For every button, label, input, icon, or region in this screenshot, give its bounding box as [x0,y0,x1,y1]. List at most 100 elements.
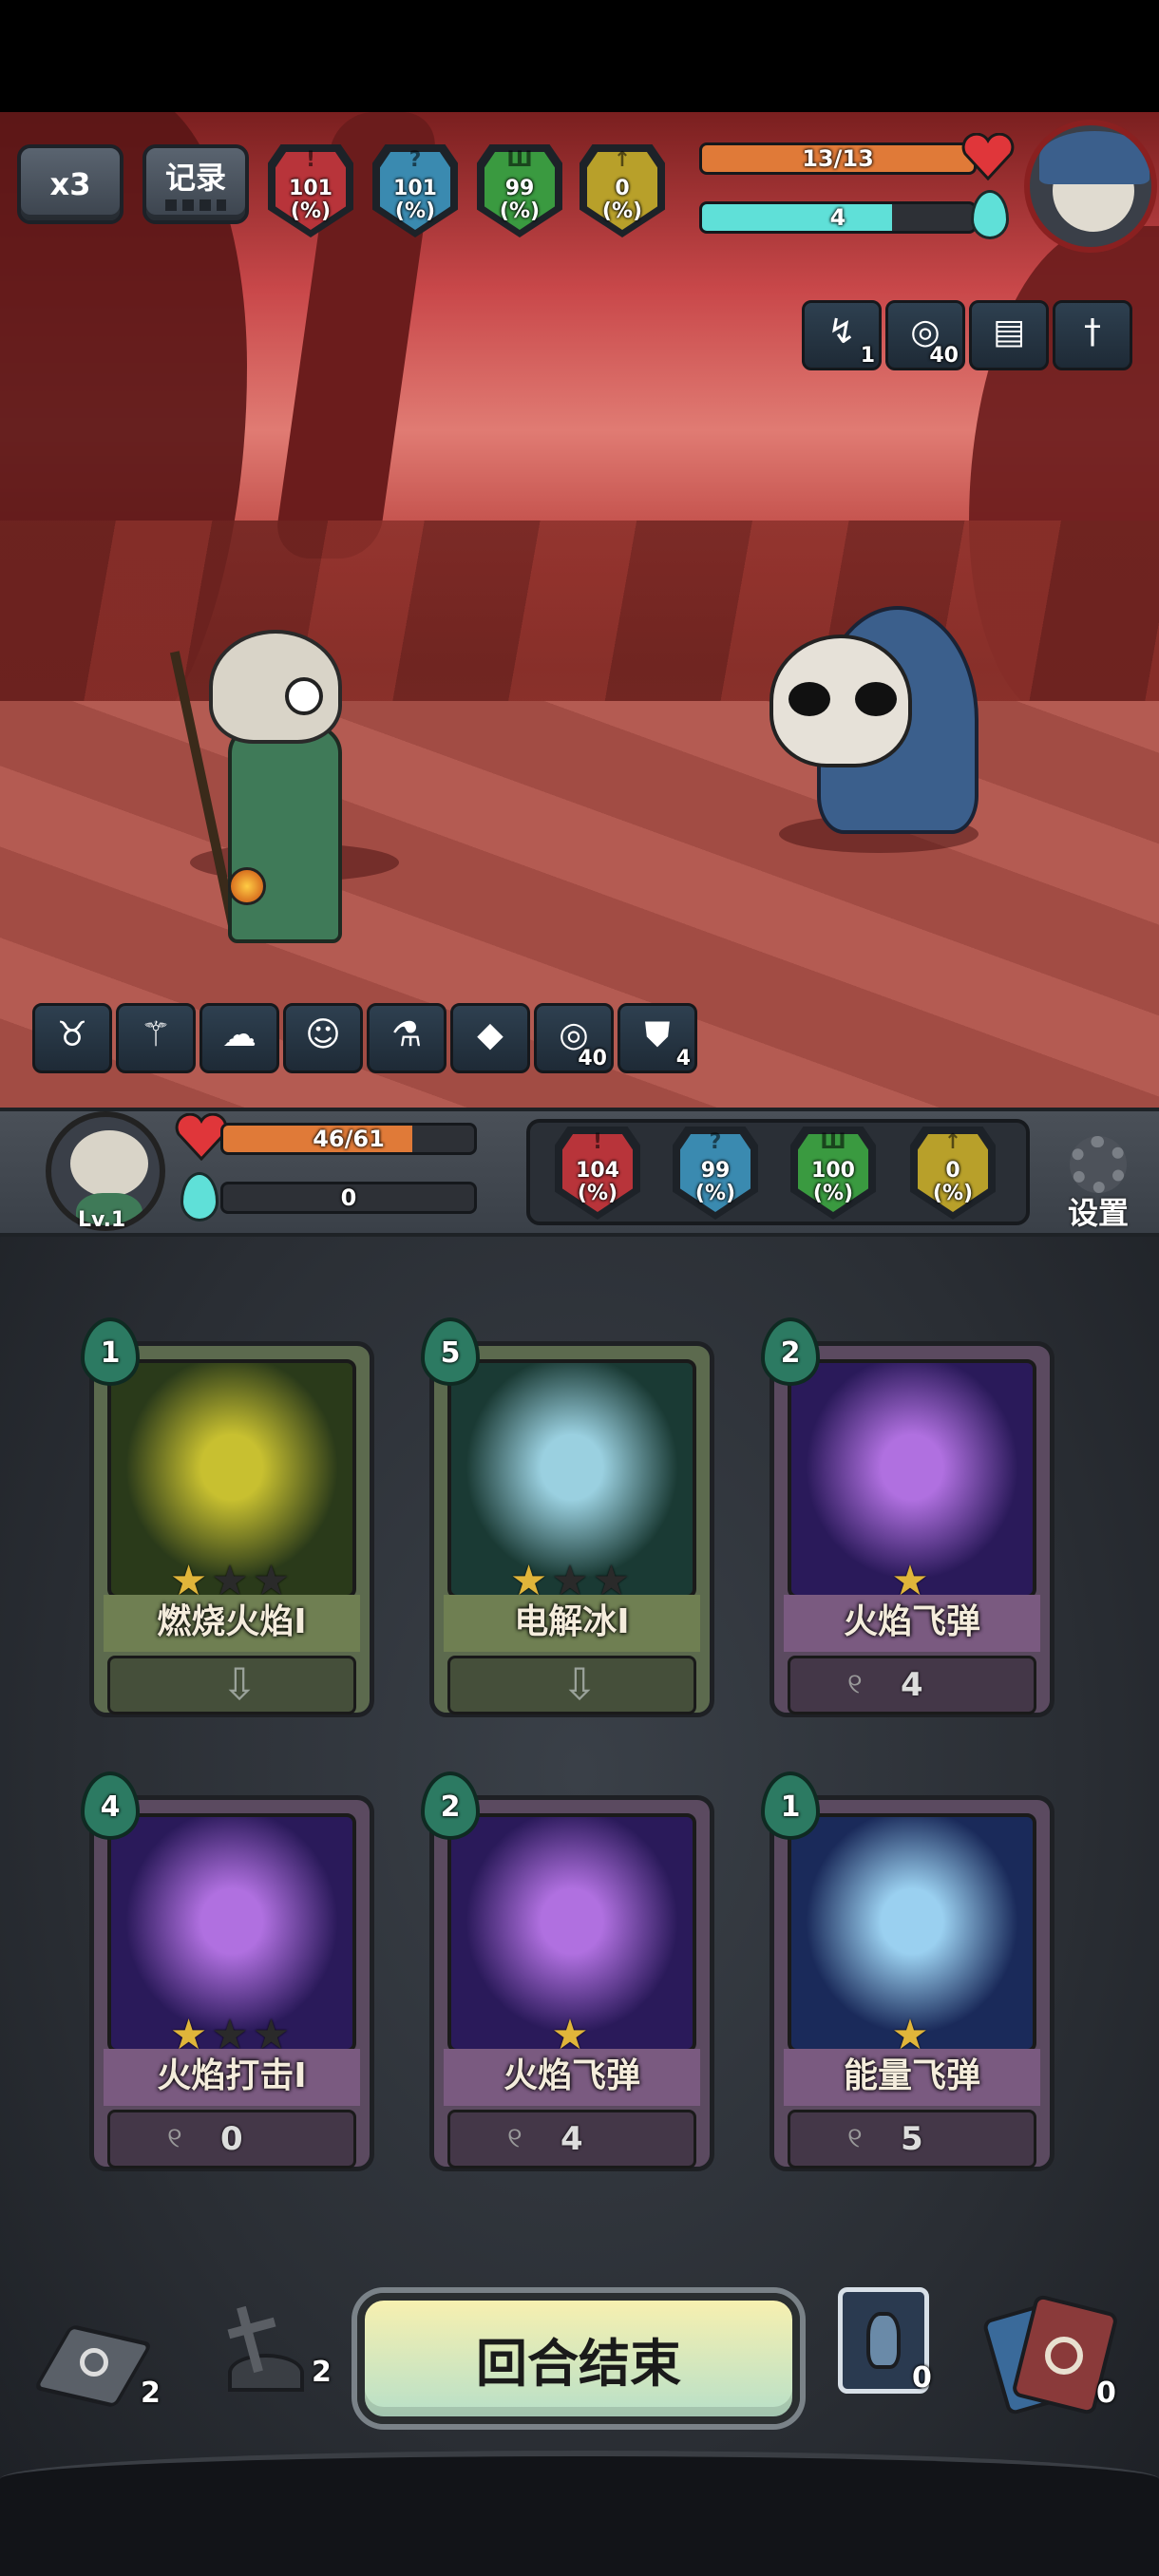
card-name: 火焰打击I [104,2049,360,2106]
upgrade-arrow-icon: ⇩ [220,1658,258,1710]
log-button[interactable]: 记录 [142,144,249,224]
hero-skull-mask [209,630,342,744]
card-footer-count: 4 [560,2120,583,2158]
end-turn-label: 回合结束 [476,2333,681,2394]
buff-crystal-icon[interactable]: ◆ [450,1003,530,1073]
card-footer: ୧4 [788,1656,1036,1714]
stat-arrow-speed-icon: ↑ 0 (%) [580,144,665,237]
discard-pile[interactable]: 0 [981,2293,1146,2416]
hero-cloak [228,725,342,943]
buff-vortex-icon[interactable]: ◎ 40 [534,1003,614,1073]
buff-pet-companion-icon[interactable]: ☺ [283,1003,363,1073]
buff-vortex-icon[interactable]: ◎ 40 [885,300,965,370]
ox-head-icon: ♉ [56,1015,88,1054]
hero-eye [285,677,323,715]
stat-armor-defense-icon: Ш 99 (%) [477,144,562,237]
skill-card[interactable]: ★ 能量飞弹 ୧ 5 1 [761,1771,1054,2171]
dagger-icon: † [1084,313,1101,351]
settings-label: 设置 [1067,1195,1129,1231]
cloud-swirl-icon: ☁ [222,1015,256,1054]
player-mana-bar: 0 [220,1182,477,1214]
speed-button-label: x3 [49,166,91,202]
mana-cost-value: 1 [780,1790,801,1824]
enemy-character[interactable] [750,597,988,853]
discard-count: 0 [1096,2377,1116,2410]
skill-card[interactable]: ★★★ 电解冰I ⇩ 5 [421,1317,714,1717]
speed-button[interactable]: x3 [17,144,124,224]
grave-pile[interactable]: 2 [200,2297,342,2411]
draw-pile-count: 2 [141,2377,161,2410]
enemy-avatar[interactable] [1024,120,1157,253]
stat-unit: (%) [932,1182,974,1205]
stat-value: 100 [811,1159,855,1183]
buff-cloud-swirl-icon[interactable]: ☁ [200,1003,279,1073]
buff-count: 1 [860,344,875,368]
settings-button[interactable]: 设置 [1049,1136,1136,1231]
grave-count: 2 [312,2356,332,2389]
card-name: 电解冰I [444,1595,700,1652]
skill-card[interactable]: ★★★ 火焰打击I ୧ 0 4 [81,1771,374,2171]
mana-cost-badge: 4 [81,1771,140,1840]
player-mana-text: 0 [340,1184,357,1211]
stat-arrow-speed-icon: ↑ 0 (%) [910,1127,996,1220]
spiral-icon: ୧ [507,2122,522,2155]
card-footer: ⇩ [107,1656,356,1714]
mana-cost-value: 1 [100,1336,121,1370]
skill-card[interactable]: ★ 火焰飞弹 ୧ 4 2 [761,1317,1054,1717]
potion-slot[interactable]: 0 [834,2283,939,2401]
buff-count: 40 [578,1047,607,1070]
spiral-icon: ୧ [847,1668,863,1701]
spiral-icon: ୧ [167,2122,182,2155]
stat-value: 99 [504,177,535,200]
stat-sword-attack-icon: ! 101 (%) [268,144,353,237]
crystal-icon: ◆ [477,1015,504,1054]
buff-spellbook-icon[interactable]: ▤ [969,300,1049,370]
mana-cost-value: 2 [440,1790,461,1824]
mana-cost-value: 4 [100,1790,121,1824]
stat-value: 104 [576,1159,619,1183]
stat-symbol: ! [592,1130,603,1154]
skill-card[interactable]: ★★★ 燃烧火焰I ⇩ 1 [81,1317,374,1717]
stat-symbol: Ш [820,1130,846,1154]
stat-symbol: ↑ [943,1130,962,1154]
spellbook-icon: ▤ [992,313,1025,351]
upgrade-arrow-icon: ⇩ [560,1658,598,1710]
potion-flask-icon [866,2312,901,2369]
stat-value: 0 [945,1159,960,1183]
enemy-eye-socket [855,682,897,716]
status-bar-area [0,0,1159,112]
stat-unit: (%) [812,1182,854,1205]
mana-cost-badge: 1 [761,1771,820,1840]
buff-potion-icon[interactable]: ⚗ [367,1003,446,1073]
stat-value: 99 [700,1159,731,1183]
stat-unit: (%) [601,199,643,223]
stat-armor-defense-icon: Ш 100 (%) [790,1127,876,1220]
skill-card[interactable]: ★ 火焰飞弹 ୧ 4 2 [421,1771,714,2171]
buff-dagger-icon[interactable]: † [1053,300,1132,370]
stat-value: 101 [289,177,332,200]
stat-unit: (%) [577,1182,618,1205]
player-character[interactable] [169,592,390,972]
buff-shield-icon[interactable]: ⛊ 4 [618,1003,697,1073]
draw-pile[interactable]: 2 [32,2323,161,2418]
battle-scene [0,112,1159,1108]
enemy-hp-bar: 13/13 [699,142,977,175]
end-turn-button[interactable]: 回合结束 [357,2293,800,2424]
buff-count: 4 [675,1047,691,1070]
stat-unit: (%) [394,199,436,223]
wand-icon: ⚚ [140,1015,172,1054]
card-footer-count: 4 [901,1666,923,1704]
card-footer: ⇩ [447,1656,696,1714]
buff-ox-head-icon[interactable]: ♉ [32,1003,112,1073]
stat-sword-attack-icon: ! 104 (%) [555,1127,640,1220]
stat-value: 0 [615,177,630,200]
buff-lightning-down-icon[interactable]: ↯ 1 [802,300,882,370]
potion-count: 0 [912,2361,932,2395]
mana-cost-badge: 1 [81,1317,140,1386]
spiral-icon: ୧ [847,2122,863,2155]
mana-cost-value: 5 [440,1336,461,1370]
stat-symbol: ! [305,148,316,172]
card-footer: ୧5 [788,2110,1036,2169]
buff-wand-icon[interactable]: ⚚ [116,1003,196,1073]
card-name: 火焰飞弹 [444,2049,700,2106]
